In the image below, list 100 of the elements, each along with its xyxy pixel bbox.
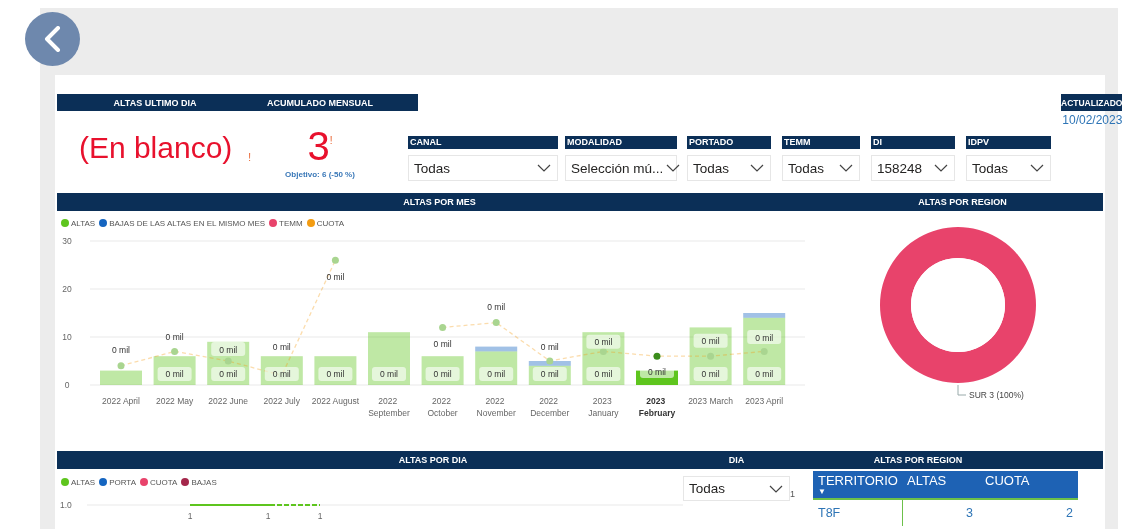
data-label: 0 mil <box>165 331 184 342</box>
chevron-down-icon <box>934 164 948 172</box>
filter-label: DI <box>871 136 955 149</box>
annotation: 0 mil <box>380 369 399 380</box>
target-text: Objetivo: 6 (-50 %) <box>285 170 355 179</box>
axis-label: 2022 August <box>311 396 360 406</box>
dropdown[interactable]: Selección mú... <box>565 155 677 181</box>
bar <box>314 356 357 385</box>
section-title: DIA <box>727 455 746 465</box>
legend-label: TEMM <box>279 218 303 228</box>
kpi-value: 3 <box>307 125 330 167</box>
data-label: 0 mil <box>272 342 291 353</box>
bar <box>582 332 625 385</box>
axis-label: 2022 November <box>476 396 516 418</box>
annotation: 0 mil <box>755 369 774 380</box>
column-header[interactable]: CUOTA <box>978 471 1078 498</box>
data-label: 0 mil <box>479 366 514 381</box>
table-cell-text: T8F <box>817 505 842 522</box>
bar <box>100 370 142 385</box>
chevron-down-icon <box>666 164 681 172</box>
axis-label: 1 <box>790 488 796 499</box>
dropdown[interactable]: Todas <box>687 155 771 181</box>
bar <box>689 327 732 385</box>
chevron-down-icon <box>750 164 764 172</box>
filter-label: MODALIDAD <box>565 136 677 149</box>
dropdown[interactable]: 158248 <box>871 155 955 181</box>
bar <box>368 332 410 385</box>
axis-label: 0 <box>64 380 70 390</box>
data-label: 0 mil <box>318 366 353 381</box>
axis-label: 2022 October <box>427 396 458 418</box>
legend-label: CUOTA <box>150 477 178 487</box>
data-label: 0 mil <box>425 366 460 381</box>
filter-label: CANAL <box>408 136 558 149</box>
axis-label: 2023 January <box>588 396 619 418</box>
dropdown[interactable]: Todas <box>408 155 558 181</box>
legend-label: ALTAS <box>71 218 96 228</box>
legend-label: BAJAS <box>191 477 217 487</box>
dropdown[interactable]: Todas <box>782 155 860 181</box>
data-point <box>492 319 500 327</box>
data-label: 1 <box>317 511 323 521</box>
data-label: SUR 3 (100%) <box>969 390 1024 400</box>
axis-label: 2022 May <box>155 396 194 406</box>
chevron-down-icon <box>839 164 853 172</box>
filter-label: PORTADO <box>687 136 771 149</box>
warning-mark: ! <box>248 151 252 163</box>
axis-label: 2022 July <box>263 396 300 406</box>
filter-label: TEMM <box>782 136 860 149</box>
annotation: 0 mil <box>219 344 238 355</box>
legend-label: ALTAS <box>71 477 96 487</box>
update-date: 10/02/2023 <box>1061 113 1123 127</box>
annotation: 0 mil <box>648 366 667 377</box>
annotation: 0 mil <box>594 337 613 348</box>
section-title: ALTAS POR MES <box>402 197 477 207</box>
axis-label: 20 <box>62 284 72 294</box>
annotation: 0 mil <box>433 369 452 380</box>
data-label: 1 <box>265 511 271 521</box>
legend-label: PORTA <box>109 477 136 487</box>
leader-line <box>957 384 967 396</box>
data-label: 0 mil <box>586 366 621 381</box>
dropdown[interactable]: Todas <box>966 155 1051 181</box>
data-label: 0 mil <box>372 366 406 381</box>
section-title: ALTAS POR REGION <box>872 455 964 465</box>
column-header[interactable]: ALTAS <box>902 471 978 498</box>
annotation: 0 mil <box>487 369 506 380</box>
data-label: 0 mil <box>747 330 782 344</box>
axis-label: 2022 September <box>368 396 410 418</box>
section-title: ALTAS POR DIA <box>397 455 469 465</box>
bar <box>260 356 303 385</box>
annotation: 0 mil <box>701 336 720 347</box>
data-point <box>760 347 768 355</box>
chevron-down-icon <box>769 484 783 493</box>
data-point <box>653 352 661 360</box>
annotation: 0 mil <box>755 332 774 343</box>
data-point <box>439 323 447 331</box>
annotation: 0 mil <box>219 369 238 380</box>
axis-label: 10 <box>62 332 72 342</box>
data-label: 0 mil <box>532 366 567 381</box>
table-cell-text: 2 <box>1065 505 1074 522</box>
data-point <box>599 347 607 355</box>
bar <box>207 341 250 385</box>
data-label: 0 mil <box>157 366 192 381</box>
data-point <box>707 352 715 360</box>
column-header[interactable]: TERRITORIO ▼ <box>813 471 902 498</box>
data-label: 0 mil <box>693 333 728 348</box>
header-title: ALTAS ULTIMO DIA <box>112 97 198 108</box>
legend-label: BAJAS DE LAS ALTAS EN EL MISMO MES <box>109 218 266 228</box>
axis-label: 2023 February <box>638 396 676 418</box>
data-label: 0 mil <box>211 366 246 381</box>
data-point <box>224 357 232 365</box>
header-title: ACUMULADO MENSUAL <box>266 97 374 108</box>
warning-mark: ! <box>329 135 333 146</box>
data-label: 0 mil <box>693 366 728 381</box>
annotation: 0 mil <box>326 369 345 380</box>
kpi-value: (En blanco) <box>78 131 233 165</box>
dropdown[interactable]: Todas <box>683 476 790 501</box>
data-label: 0 mil <box>487 302 506 313</box>
axis-label: 2022 December <box>530 396 570 418</box>
data-label: 0 mil <box>112 345 130 356</box>
annotation: 0 mil <box>701 369 720 380</box>
axis-label: 2023 April <box>745 396 784 406</box>
